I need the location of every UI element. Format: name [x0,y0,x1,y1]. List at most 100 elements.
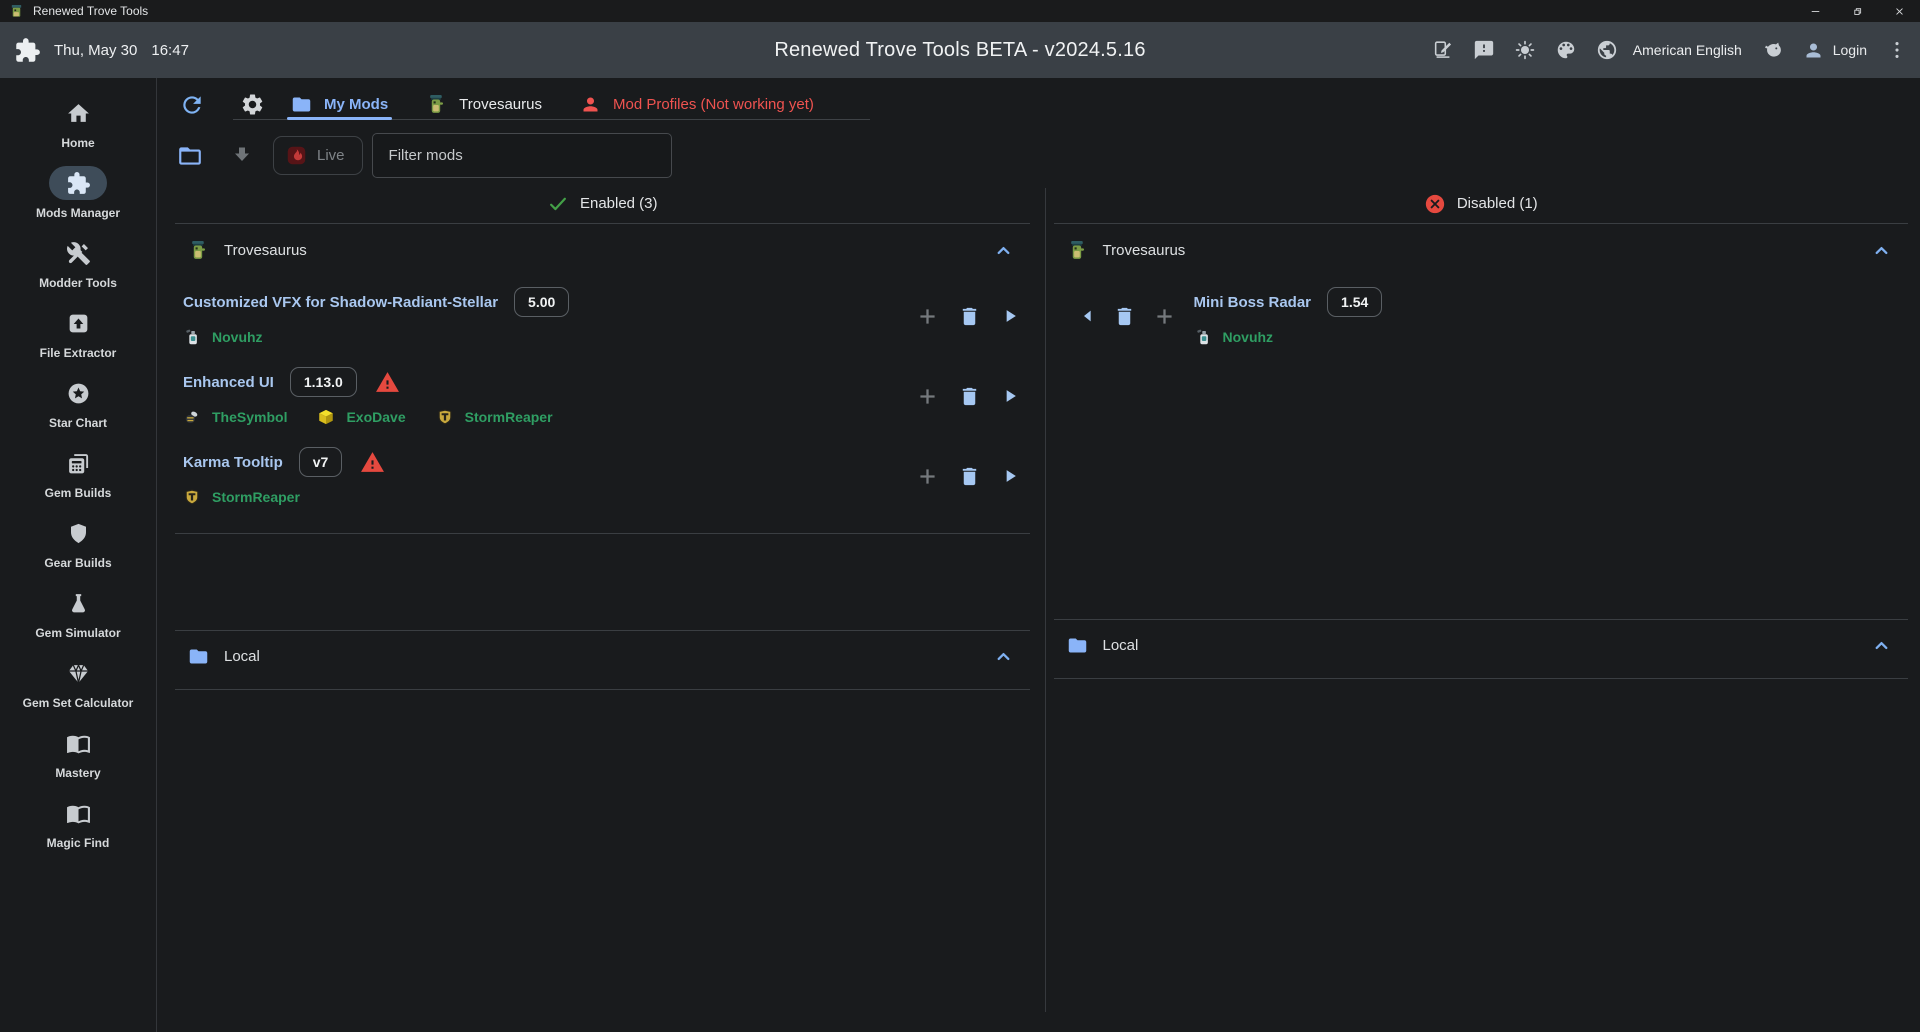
mod-version[interactable]: v7 [299,447,343,477]
download-icon [230,144,254,168]
sidebar-item-magic-find[interactable]: Magic Find [0,790,156,857]
folder-icon [1067,635,1088,656]
mod-panels: Enabled (3) Trovesaurus Customized VFX f… [157,186,1920,1032]
tab-mod-profiles-not-working-yet[interactable]: Mod Profiles (Not working yet) [576,90,818,119]
enable-mod-button[interactable] [1080,308,1096,324]
mod-authors: Novuhz [183,326,569,348]
mod-version[interactable]: 1.13.0 [290,367,357,397]
minimize-button[interactable] [1794,0,1836,22]
mod-version[interactable]: 5.00 [514,287,569,317]
mod-group-local: Local [175,630,1030,690]
sidebar-item-gear-builds[interactable]: Gear Builds [0,510,156,577]
gear-icon [240,92,265,117]
sidebar-item-gem-builds[interactable]: Gem Builds [0,440,156,507]
login-button[interactable]: Login [1803,40,1867,61]
delete-mod-button[interactable] [958,305,981,328]
enabled-panel-header: Enabled (3) [175,194,1030,224]
collapse-group-button[interactable] [1871,635,1892,656]
collapse-group-button[interactable] [993,646,1014,667]
disable-mod-button[interactable] [1000,466,1020,486]
add-to-profile-button[interactable] [916,305,939,328]
user-icon [1803,40,1824,61]
filter-mods-input[interactable] [372,133,672,178]
mod-title[interactable]: Customized VFX for Shadow-Radiant-Stella… [183,294,498,311]
language-label: American English [1633,42,1742,58]
mods-toolbar: Live [157,133,1920,178]
refresh-button[interactable] [175,90,209,120]
collapse-group-button[interactable] [993,240,1014,261]
signature-icon [1432,39,1454,61]
mod-author[interactable]: Novuhz [1194,328,1274,346]
mod-author[interactable]: Novuhz [183,328,263,346]
sidebar-item-mastery[interactable]: Mastery [0,720,156,787]
folder-icon [188,646,209,667]
delete-mod-button[interactable] [958,465,981,488]
live-toggle-button[interactable]: Live [273,136,363,175]
language-button[interactable] [1596,39,1618,61]
color-theme-button[interactable] [1555,39,1577,61]
theme-toggle-button[interactable] [1514,39,1536,61]
close-button[interactable] [1878,0,1920,22]
sidebar-item-modder-tools[interactable]: Modder Tools [0,230,156,297]
tab-my-mods[interactable]: My Mods [287,90,392,119]
restore-button[interactable] [1836,0,1878,22]
mod-info: Karma Tooltip v7 StormReaper [183,444,385,508]
open-mods-folder-button[interactable] [175,143,205,169]
mod-author[interactable]: StormReaper [436,408,553,426]
novuhz-avatar-icon [183,328,201,346]
tab-trovesaurus[interactable]: Trovesaurus [422,90,546,119]
collapse-group-button[interactable] [1871,240,1892,261]
login-label: Login [1833,42,1867,58]
add-to-profile-button[interactable] [916,465,939,488]
disabled-x-icon [1424,193,1446,215]
mod-author[interactable]: StormReaper [183,488,300,506]
mod-author-name: StormReaper [212,489,300,505]
sidebar-item-gem-set-calculator[interactable]: Gem Set Calculator [0,650,156,717]
mod-group-name: Local [224,648,260,665]
mod-actions [916,385,1020,408]
minimize-icon [1809,5,1822,18]
mod-row-customized-vfx-for-shadow-radiant-stellar: Customized VFX for Shadow-Radiant-Stella… [175,284,1030,348]
app-header: Thu, May 30 16:47 Renewed Trove Tools BE… [0,22,1920,78]
donate-button[interactable] [1762,39,1784,61]
mod-authors: StormReaper [183,486,385,508]
settings-button[interactable] [235,90,269,119]
tools-icon [49,236,107,270]
download-mods-button[interactable] [229,144,255,168]
add-to-profile-button[interactable] [1153,305,1176,328]
mod-version[interactable]: 1.54 [1327,287,1382,317]
disable-mod-button[interactable] [1000,306,1020,326]
window-title: Renewed Trove Tools [33,4,148,18]
delete-mod-button[interactable] [1113,305,1136,328]
app-window: Renewed Trove Tools Thu, May 30 16:47 Re… [0,0,1920,1032]
mod-group-header: Local [175,631,1030,681]
add-to-profile-button[interactable] [916,385,939,408]
stormreaper-avatar-icon [436,408,454,426]
mod-title[interactable]: Karma Tooltip [183,454,283,471]
changelog-button[interactable] [1432,39,1454,61]
novuhz-avatar-icon [1194,328,1212,346]
mod-title[interactable]: Mini Boss Radar [1194,294,1312,311]
sidebar-item-mods-manager[interactable]: Mods Manager [0,160,156,227]
sidebar-item-label: Mastery [55,766,100,780]
header-date: Thu, May 30 [54,42,137,59]
sidebar-item-home[interactable]: Home [0,90,156,157]
disable-mod-button[interactable] [1000,386,1020,406]
sidebar-item-file-extractor[interactable]: File Extractor [0,300,156,367]
enabled-check-icon [547,193,569,215]
mod-info: Mini Boss Radar 1.54 Novuhz [1194,284,1383,348]
overflow-menu-button[interactable] [1886,39,1908,61]
mod-title[interactable]: Enhanced UI [183,374,274,391]
tab-label: Mod Profiles (Not working yet) [613,96,814,113]
mod-actions [916,465,1020,488]
sidebar-item-label: Home [61,136,94,150]
feedback-button[interactable] [1473,39,1495,61]
trove-live-icon [286,145,307,166]
mod-author[interactable]: ExoDave [317,408,405,426]
delete-mod-button[interactable] [958,385,981,408]
mod-author[interactable]: TheSymbol [183,408,287,426]
panel-header-label: Disabled (1) [1457,195,1538,212]
page-title: Renewed Trove Tools BETA - v2024.5.16 [774,39,1145,62]
sidebar-item-star-chart[interactable]: Star Chart [0,370,156,437]
sidebar-item-gem-simulator[interactable]: Gem Simulator [0,580,156,647]
